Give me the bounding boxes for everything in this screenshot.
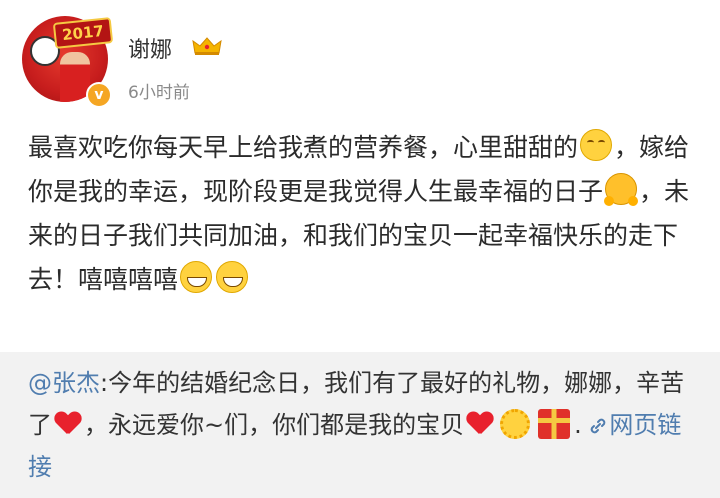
- crown-icon: [192, 37, 222, 55]
- repost-text-3: .: [574, 411, 582, 439]
- gift-emoji-icon: [538, 409, 571, 439]
- hug-emoji-icon: [604, 173, 639, 206]
- smile-emoji-icon: [580, 129, 613, 161]
- weibo-post: 2017 v 谢娜 6小时前 最喜欢吃你每天早上给我煮的营养餐，心里甜甜的 ，嫁给…: [0, 0, 720, 352]
- heart-emoji-icon: [55, 412, 81, 436]
- repost-text-2: ，永远爱你~们，你们都是我的宝贝: [84, 411, 465, 439]
- heart-emoji-icon: [467, 412, 493, 436]
- author-name[interactable]: 谢娜: [128, 32, 172, 64]
- grin-emoji-icon: [180, 261, 213, 293]
- post-text-1: 最喜欢吃你每天早上给我煮的营养餐，心里甜甜的: [28, 133, 579, 162]
- mention-link[interactable]: @张杰: [28, 369, 100, 397]
- sunflower-emoji-icon: [500, 409, 531, 439]
- reposted-content[interactable]: @张杰:今年的结婚纪念日，我们有了最好的礼物，娜娜，辛苦了 ，永远爱你~们，你们都…: [0, 352, 720, 498]
- verified-icon: v: [86, 82, 112, 108]
- grin-emoji-icon: [216, 261, 249, 293]
- post-timestamp[interactable]: 6小时前: [128, 78, 190, 103]
- post-content: 最喜欢吃你每天早上给我煮的营养餐，心里甜甜的 ，嫁给你是我的幸运，现阶段更是我觉得…: [28, 126, 700, 302]
- author-avatar[interactable]: 2017 v: [22, 10, 114, 108]
- link-icon: [591, 418, 606, 434]
- repost-text: @张杰:今年的结婚纪念日，我们有了最好的礼物，娜娜，辛苦了 ，永远爱你~们，你们都…: [28, 362, 698, 488]
